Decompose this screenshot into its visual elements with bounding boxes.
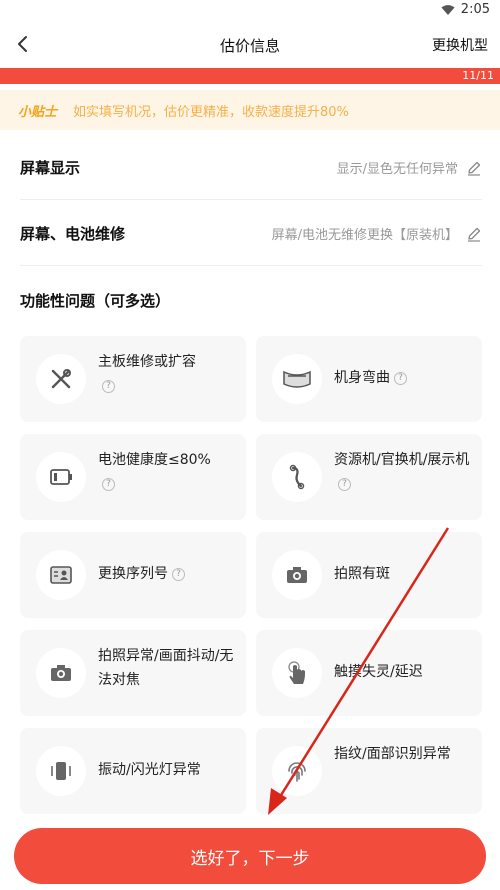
option-camera-spots[interactable]: 拍照有斑 [256, 532, 482, 618]
option-biometric[interactable]: 指纹/面部识别异常 [256, 728, 482, 814]
option-label: 主板维修或扩容 [98, 354, 196, 370]
option-label: 触摸失灵/延迟 [334, 664, 423, 680]
option-camera-abnormal[interactable]: 拍照异常/画面抖动/无法对焦 [20, 630, 246, 716]
option-battery-health[interactable]: 电池健康度≤80%? [20, 434, 246, 520]
option-label: 拍照异常/画面抖动/无法对焦 [98, 648, 234, 688]
change-model-button[interactable]: 更换机型 [432, 35, 488, 55]
tip-tag: 小贴士 [18, 104, 58, 120]
progress-fill [0, 68, 500, 84]
option-label: 拍照有斑 [334, 566, 390, 582]
option-text: 振动/闪光灯异常 [98, 758, 238, 782]
camera-icon [36, 648, 86, 698]
status-right: 2:05 [441, 2, 490, 17]
tip-text: 如实填写机况，估价更精准，收款速度提升80% [73, 104, 349, 120]
progress-bar: 11/11 [0, 68, 500, 84]
vibrate-icon [36, 746, 86, 796]
row-value: 屏幕/电池无维修更换【原装机】 [271, 228, 458, 243]
help-icon[interactable]: ? [102, 379, 115, 393]
touch-hand-icon [272, 648, 322, 698]
option-label: 电池健康度≤80% [98, 452, 211, 468]
option-label: 指纹/面部识别异常 [334, 746, 451, 762]
row-screen-battery-repair[interactable]: 屏幕、电池维修 屏幕/电池无维修更换【原装机】 [20, 202, 482, 266]
camera-icon [272, 550, 322, 600]
row-screen-display[interactable]: 屏幕显示 显示/显色无任何异常 [20, 136, 482, 200]
option-label: 资源机/官换机/展示机 [334, 452, 470, 468]
option-text: 电池健康度≤80%? [98, 448, 238, 496]
option-text: 拍照异常/画面抖动/无法对焦 [98, 644, 238, 692]
status-bar: 2:05 [0, 0, 500, 22]
wifi-icon [441, 4, 455, 15]
fingerprint-icon [272, 746, 322, 796]
option-refurbished-demo[interactable]: 资源机/官换机/展示机? [256, 434, 482, 520]
row-label: 屏幕显示 [20, 159, 81, 177]
bent-phone-icon [272, 354, 322, 404]
option-text: 机身弯曲? [334, 366, 474, 390]
option-text: 资源机/官换机/展示机? [334, 448, 474, 496]
option-text: 拍照有斑 [334, 562, 474, 586]
wrench-screwdriver-icon [36, 354, 86, 404]
link-chain-icon [272, 452, 322, 502]
help-icon[interactable]: ? [394, 371, 407, 385]
page-title: 估价信息 [219, 37, 280, 55]
help-icon[interactable]: ? [338, 477, 351, 491]
option-mainboard-repair[interactable]: 主板维修或扩容? [20, 336, 246, 422]
option-body-bent[interactable]: 机身弯曲? [256, 336, 482, 422]
status-time: 2:05 [460, 2, 490, 17]
section-title: 功能性问题（可多选） [20, 292, 171, 310]
help-icon[interactable]: ? [102, 477, 115, 491]
nav-bar: 估价信息 更换机型 [0, 22, 500, 68]
battery-icon [36, 452, 86, 502]
option-label: 振动/闪光灯异常 [98, 762, 201, 778]
option-label: 更换序列号 [98, 566, 168, 582]
id-card-icon [36, 550, 86, 600]
option-text: 主板维修或扩容? [98, 350, 238, 398]
option-text: 触摸失灵/延迟 [334, 660, 474, 684]
option-touch-failure[interactable]: 触摸失灵/延迟 [256, 630, 482, 716]
option-text: 更换序列号? [98, 562, 238, 586]
option-label: 机身弯曲 [334, 370, 390, 386]
progress-label: 11/11 [462, 69, 494, 82]
edit-icon[interactable] [466, 160, 482, 176]
option-vibrate-flash[interactable]: 振动/闪光灯异常 [20, 728, 246, 814]
tip-banner: 小贴士 如实填写机况，估价更精准，收款速度提升80% [0, 90, 500, 130]
row-value: 显示/显色无任何异常 [336, 162, 458, 177]
next-step-button[interactable]: 选好了，下一步 [14, 828, 486, 884]
help-icon[interactable]: ? [172, 567, 185, 581]
row-label: 屏幕、电池维修 [20, 225, 126, 243]
option-text: 指纹/面部识别异常 [334, 742, 474, 766]
option-serial-replace[interactable]: 更换序列号? [20, 532, 246, 618]
edit-icon[interactable] [466, 226, 482, 242]
